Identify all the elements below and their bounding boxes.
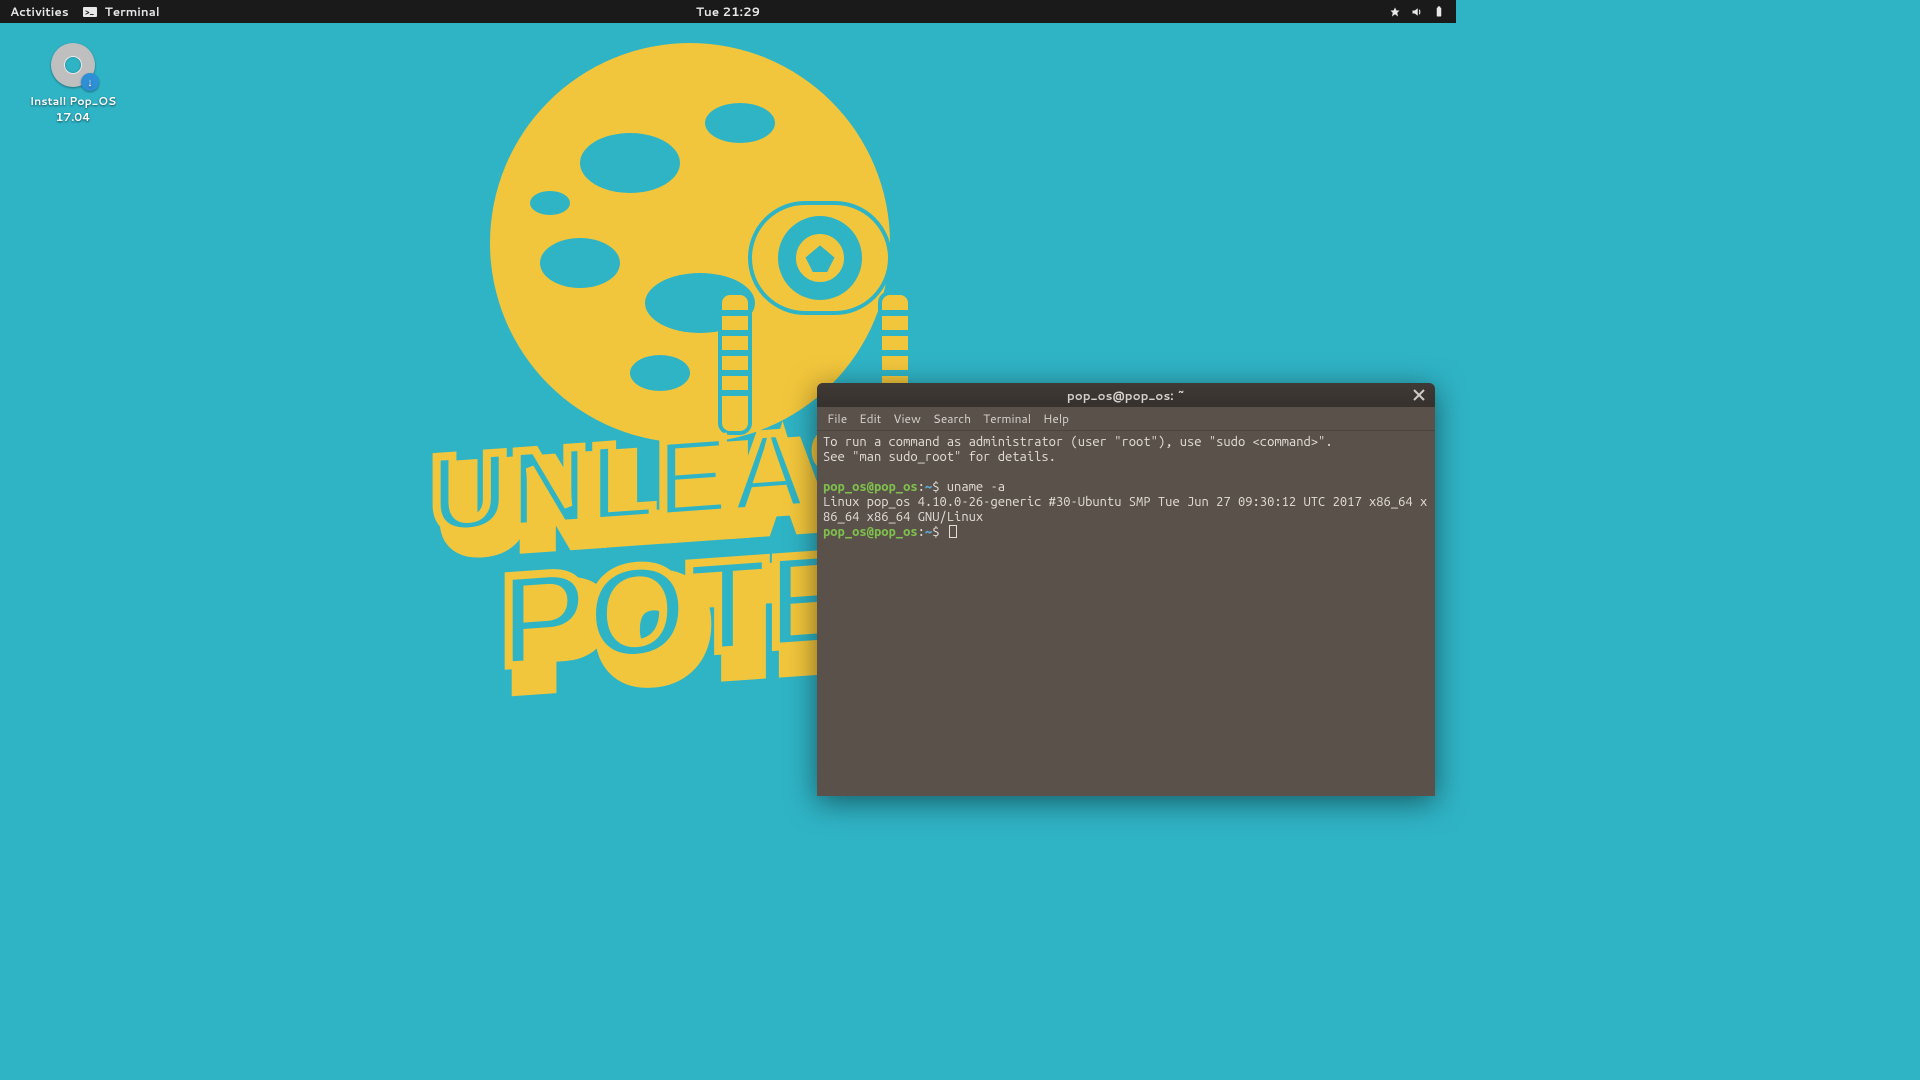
active-app-indicator[interactable]: >_ Terminal xyxy=(83,3,160,20)
terminal-menubar: File Edit View Search Terminal Help xyxy=(817,407,1435,431)
prompt-user: pop_os@pop_os xyxy=(823,480,918,494)
battery-icon xyxy=(1432,5,1446,19)
activities-button[interactable]: Activities xyxy=(10,3,69,20)
clock[interactable]: Tue 21:29 xyxy=(696,3,760,20)
terminal-titlebar[interactable]: pop_os@pop_os: ~ xyxy=(817,383,1435,407)
installer-label-line1: Install Pop_OS xyxy=(28,93,118,109)
prompt-symbol: $ xyxy=(932,480,939,494)
terminal-title: pop_os@pop_os: ~ xyxy=(1067,387,1185,404)
terminal-icon: >_ xyxy=(83,5,97,19)
motd-line2: See "man sudo_root" for details. xyxy=(823,450,1056,464)
desktop[interactable]: UNLEASH UNLEASH POTEN POTEN ↓ Install Po… xyxy=(0,23,1456,816)
installer-label-line2: 17.04 xyxy=(28,109,118,125)
menu-file[interactable]: File xyxy=(827,410,847,427)
window-close-button[interactable] xyxy=(1411,387,1427,403)
entered-command: uname -a xyxy=(947,480,1005,494)
menu-edit[interactable]: Edit xyxy=(859,410,881,427)
menu-view[interactable]: View xyxy=(893,410,921,427)
terminal-cursor[interactable] xyxy=(949,525,957,538)
terminal-viewport[interactable]: To run a command as administrator (user … xyxy=(817,431,1435,796)
prompt2-symbol: $ xyxy=(932,525,939,539)
close-icon xyxy=(1411,387,1427,403)
terminal-window[interactable]: pop_os@pop_os: ~ File Edit View Search T… xyxy=(817,383,1435,796)
volume-icon xyxy=(1410,5,1424,19)
prompt2-user: pop_os@pop_os xyxy=(823,525,918,539)
top-bar: Activities >_ Terminal Tue 21:29 xyxy=(0,0,1456,23)
system-tray[interactable] xyxy=(1388,5,1456,19)
active-app-label: Terminal xyxy=(105,3,160,20)
menu-terminal[interactable]: Terminal xyxy=(983,410,1031,427)
input-source-icon xyxy=(1388,5,1402,19)
prompt2-sep: : xyxy=(918,525,925,539)
download-badge-icon: ↓ xyxy=(81,73,99,91)
menu-help[interactable]: Help xyxy=(1043,410,1069,427)
installer-disc-icon: ↓ xyxy=(51,43,95,87)
install-popos-launcher[interactable]: ↓ Install Pop_OS 17.04 xyxy=(28,43,118,125)
command-output: Linux pop_os 4.10.0-26-generic #30-Ubunt… xyxy=(823,495,1427,524)
prompt-sep: : xyxy=(918,480,925,494)
motd-line1: To run a command as administrator (user … xyxy=(823,435,1333,449)
menu-search[interactable]: Search xyxy=(933,410,971,427)
